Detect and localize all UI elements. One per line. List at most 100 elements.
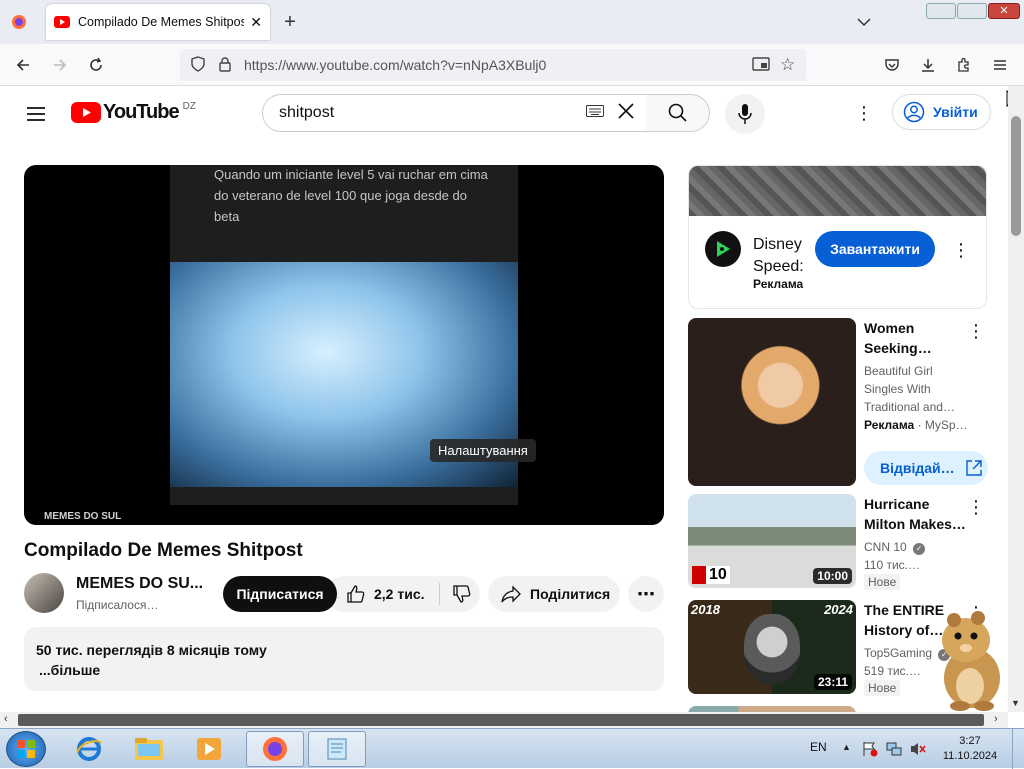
dislike-button[interactable]	[452, 584, 472, 604]
description-box[interactable]: 50 тис. переглядів 8 місяців тому ...біл…	[24, 627, 664, 691]
scroll-left-arrow-icon[interactable]: ‹	[4, 713, 8, 725]
more-actions-button[interactable]: ⋯	[628, 576, 664, 612]
views-and-date: 50 тис. переглядів 8 місяців тому	[36, 642, 267, 658]
firefox-icon	[263, 737, 287, 761]
clear-search-icon[interactable]	[616, 101, 640, 126]
recommendation-channel[interactable]: CNN 10 ✓	[864, 538, 974, 556]
list-tabs-icon[interactable]	[853, 11, 875, 33]
horizontal-scrollbar[interactable]: ‹ ›	[0, 712, 1008, 728]
ad-download-button[interactable]: Завантажити	[815, 231, 935, 267]
downloads-icon[interactable]	[917, 54, 939, 76]
firefox-taskbar-button[interactable]	[246, 731, 304, 767]
ad-title: Disney Speed:	[753, 234, 804, 278]
tab-close-icon[interactable]: ✕	[250, 14, 262, 31]
show-desktop-button[interactable]	[1012, 729, 1024, 769]
video-watermark: MEMES DO SUL	[44, 511, 122, 522]
recommendation-ad-source: · MySp…	[917, 418, 968, 432]
horizontal-scrollbar-thumb[interactable]	[18, 714, 984, 726]
new-badge: Нове	[864, 680, 901, 696]
ad-title-line2: Speed:	[753, 258, 804, 275]
country-code: DZ	[182, 101, 196, 112]
thumbnail-year-left: 2018	[691, 602, 720, 617]
guide-menu-icon[interactable]	[24, 102, 48, 126]
minimize-window-button[interactable]	[926, 3, 956, 19]
volume-muted-icon[interactable]	[910, 741, 926, 757]
play-store-icon	[705, 231, 741, 267]
start-button[interactable]	[6, 731, 46, 767]
recommendation-title[interactable]: Hurricane Milton Makes…	[864, 494, 968, 534]
video-duration: 10:00	[813, 568, 852, 584]
settings-more-icon[interactable]: ⋮	[854, 104, 874, 122]
maximize-window-button[interactable]	[957, 3, 987, 19]
recommendation-title[interactable]: Women Seeking…	[864, 318, 964, 358]
media-player-taskbar-button[interactable]	[180, 731, 238, 767]
share-icon	[501, 585, 521, 603]
show-hidden-icons-arrow-icon[interactable]: ▲	[842, 742, 851, 752]
show-more-link[interactable]: ...більше	[39, 660, 652, 680]
recommendation-thumbnail[interactable]	[688, 318, 856, 486]
extensions-icon[interactable]	[953, 54, 975, 76]
verified-icon: ✓	[913, 543, 926, 555]
internet-explorer-taskbar-button[interactable]	[60, 731, 118, 767]
tracking-shield-icon[interactable]	[190, 55, 206, 75]
new-tab-button[interactable]: +	[279, 11, 301, 33]
channel-name: Top5Gaming	[864, 646, 933, 660]
clock-time: 3:27	[959, 735, 981, 747]
search-button[interactable]	[646, 94, 710, 132]
sign-in-button[interactable]: Увійти	[892, 94, 991, 130]
new-badge: Нове	[864, 574, 901, 590]
search-input[interactable]: shitpost	[262, 94, 647, 132]
action-center-flag-icon[interactable]	[862, 741, 878, 757]
subscribe-button[interactable]: Підписатися	[223, 576, 337, 612]
ad-more-icon[interactable]: ⋮	[951, 241, 971, 259]
search-input-value[interactable]: shitpost	[279, 104, 586, 122]
back-arrow-icon[interactable]	[12, 54, 34, 76]
reload-icon[interactable]	[85, 54, 107, 76]
scroll-down-arrow-icon[interactable]: ▼	[1011, 698, 1020, 708]
internet-explorer-icon	[76, 737, 102, 761]
ad-title-line1: Disney	[753, 236, 802, 253]
tab-active[interactable]: Compilado De Memes Shitpost ✕	[46, 4, 270, 40]
picture-in-picture-icon[interactable]	[752, 56, 770, 74]
notepad-taskbar-button[interactable]	[308, 731, 366, 767]
keyboard-icon[interactable]	[586, 104, 606, 122]
visit-site-button[interactable]: Відвідай…	[864, 451, 988, 485]
url-bar[interactable]: https://www.youtube.com/watch?v=nNpA3XBu…	[180, 49, 806, 81]
channel-name[interactable]: MEMES DO SU...	[76, 575, 203, 593]
lock-icon[interactable]	[218, 56, 232, 75]
recommendation-meta: Singles With	[864, 382, 931, 396]
like-button[interactable]: 2,2 тис.	[336, 584, 425, 604]
youtube-page: YouTube DZ shitpost ⋮ Увійти Quando um i…	[0, 86, 1008, 712]
youtube-logo-text: YouTube	[103, 101, 180, 123]
cnn10-logo-icon: 10	[692, 566, 730, 584]
recommendation-meta: Traditional and…	[864, 400, 955, 414]
recommendation-thumbnail[interactable]: 2018 2024 23:11	[688, 600, 856, 694]
vertical-scrollbar[interactable]: ▼	[1008, 86, 1024, 712]
microphone-icon	[738, 104, 752, 124]
voice-search-button[interactable]	[725, 94, 765, 134]
recommendation-more-icon[interactable]: ⋮	[966, 498, 986, 516]
vertical-scrollbar-thumb[interactable]	[1011, 116, 1021, 236]
language-indicator[interactable]: EN	[810, 740, 827, 754]
recommendation-more-icon[interactable]: ⋮	[966, 322, 986, 340]
ad-card[interactable]: Disney Speed: Реклама Завантажити ⋮	[688, 165, 987, 309]
firefox-menu-icon[interactable]	[8, 11, 30, 33]
recommendation-thumbnail[interactable]: 10 10:00	[688, 494, 856, 588]
scroll-right-arrow-icon[interactable]: ›	[994, 713, 998, 725]
network-icon[interactable]	[886, 741, 902, 757]
bookmark-star-icon[interactable]: ☆	[780, 55, 798, 75]
browser-nav-bar: https://www.youtube.com/watch?v=nNpA3XBu…	[0, 44, 1024, 86]
forward-arrow-icon[interactable]	[49, 54, 71, 76]
open-external-icon	[965, 460, 982, 476]
youtube-logo[interactable]: YouTube DZ	[71, 101, 196, 124]
close-window-button[interactable]: ✕	[988, 3, 1020, 19]
share-button[interactable]: Поділитися	[488, 576, 620, 612]
url-text[interactable]: https://www.youtube.com/watch?v=nNpA3XBu…	[244, 57, 752, 73]
channel-avatar[interactable]	[24, 573, 64, 613]
pocket-icon[interactable]	[881, 54, 903, 76]
clock[interactable]: 3:27 11.10.2024	[940, 734, 1000, 764]
video-player[interactable]: Quando um iniciante level 5 vai ruchar e…	[24, 165, 664, 525]
explorer-taskbar-button[interactable]	[120, 731, 178, 767]
app-menu-icon[interactable]	[989, 54, 1011, 76]
like-count: 2,2 тис.	[374, 586, 425, 602]
